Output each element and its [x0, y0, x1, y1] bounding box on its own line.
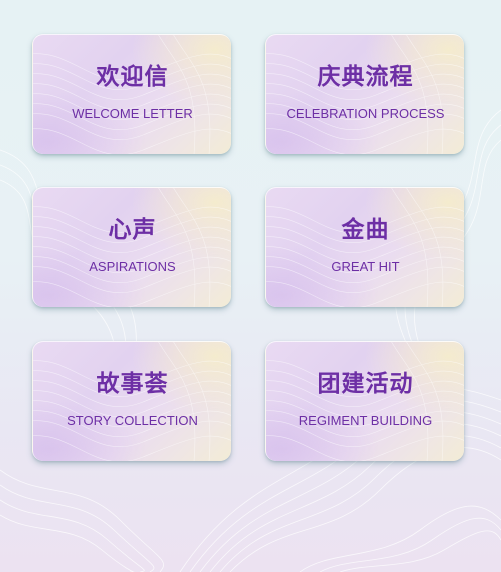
card-celebration-process[interactable]: 庆典流程 CELEBRATION PROCESS	[265, 34, 464, 154]
card-texture	[266, 35, 464, 154]
card-subtitle: REGIMENT BUILDING	[298, 413, 433, 428]
card-title: 庆典流程	[317, 64, 414, 90]
card-texture	[33, 188, 231, 307]
card-texture	[266, 188, 464, 307]
card-title: 欢迎信	[96, 64, 169, 90]
card-regiment-building[interactable]: 团建活动 REGIMENT BUILDING	[265, 341, 464, 461]
card-title: 团建活动	[317, 371, 414, 397]
card-subtitle: GREAT HIT	[331, 259, 400, 274]
card-title: 故事荟	[96, 371, 169, 397]
menu-grid: 欢迎信 WELCOME LETTER 庆典流程 CELEBRATION PROC…	[0, 0, 501, 572]
card-subtitle: CELEBRATION PROCESS	[286, 106, 445, 121]
card-texture	[266, 342, 464, 461]
card-subtitle: ASPIRATIONS	[89, 259, 176, 274]
card-great-hit[interactable]: 金曲 GREAT HIT	[265, 187, 464, 307]
card-subtitle: STORY COLLECTION	[67, 413, 198, 428]
card-title: 金曲	[341, 217, 390, 243]
card-title: 心声	[108, 217, 157, 243]
card-subtitle: WELCOME LETTER	[72, 106, 193, 121]
card-aspirations[interactable]: 心声 ASPIRATIONS	[32, 187, 231, 307]
card-welcome-letter[interactable]: 欢迎信 WELCOME LETTER	[32, 34, 231, 154]
card-texture	[33, 342, 231, 461]
card-story-collection[interactable]: 故事荟 STORY COLLECTION	[32, 341, 231, 461]
card-texture	[33, 35, 231, 154]
